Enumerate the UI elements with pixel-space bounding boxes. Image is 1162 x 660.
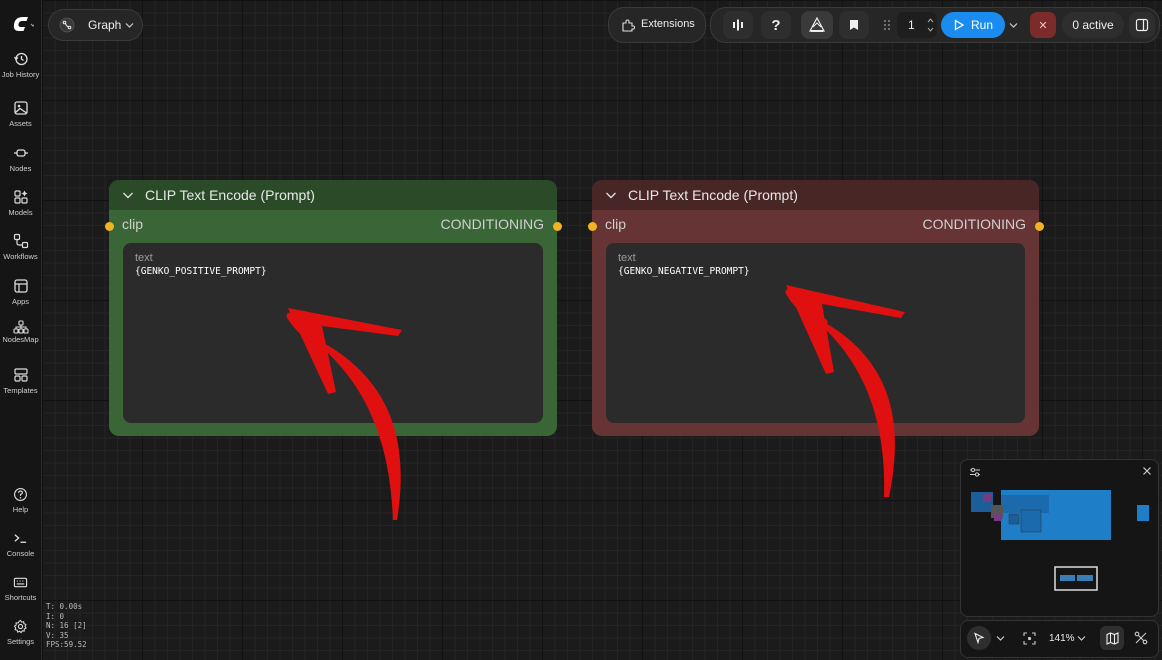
toggle-minimap-button[interactable]	[1100, 626, 1124, 650]
zoom-chevron-down-icon[interactable]	[1077, 635, 1086, 642]
cursor-icon	[974, 632, 985, 644]
link-visibility-icon[interactable]	[1134, 631, 1148, 645]
fit-view-icon[interactable]	[1023, 632, 1036, 645]
minimap-panel[interactable]	[960, 459, 1159, 617]
select-tool-button[interactable]	[967, 626, 991, 650]
minimap-preview	[971, 490, 1149, 591]
canvas-controls-bar: 141%	[960, 620, 1159, 658]
annotation-arrow-negative	[785, 285, 905, 497]
tool-chevron-down-icon[interactable]	[996, 635, 1005, 642]
map-icon	[1105, 631, 1119, 645]
zoom-level[interactable]: 141%	[1049, 633, 1075, 644]
annotation-arrow-positive	[286, 308, 402, 520]
